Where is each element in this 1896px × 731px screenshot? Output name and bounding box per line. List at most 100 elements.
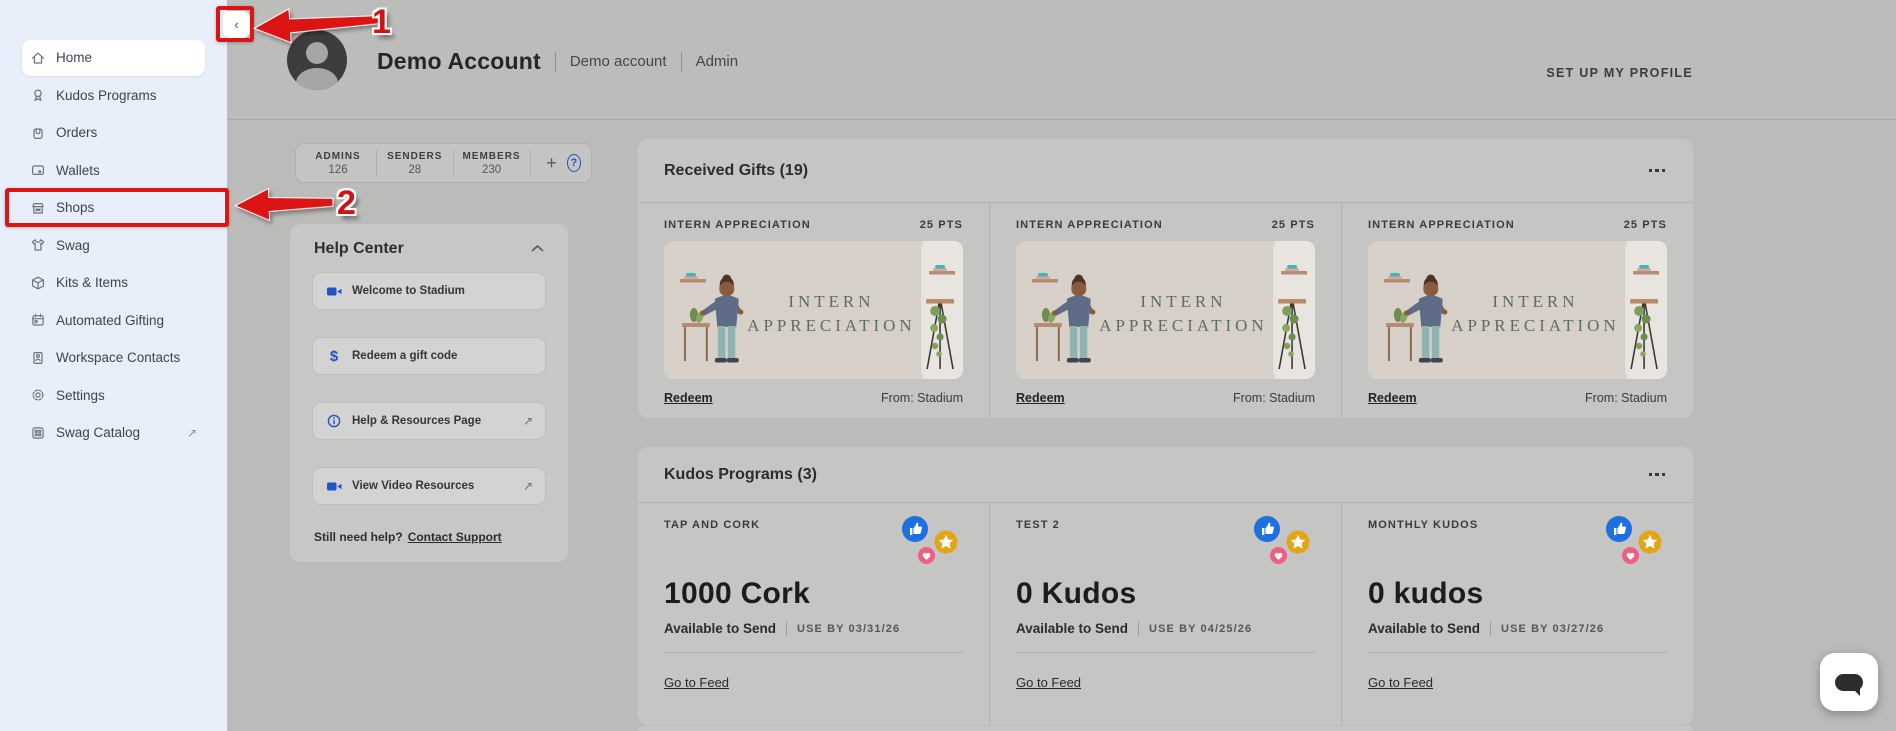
stat-label: ADMINS <box>306 151 370 162</box>
sidebar-item-home[interactable]: Home <box>0 39 227 77</box>
sidebar-item-label: Swag <box>56 238 90 253</box>
set-up-profile-link[interactable]: SET UP MY PROFILE <box>1546 66 1693 80</box>
gift-image[interactable]: INTERN APPRECIATION <box>1368 241 1667 379</box>
still-need-help-text: Still need help? <box>314 530 403 544</box>
help-item-resources-page[interactable]: Help & Resources Page ↗ <box>312 402 546 440</box>
award-icon <box>30 87 46 103</box>
dollar-icon: $ <box>325 348 343 364</box>
kudos-programs-panel: Kudos Programs (3) TAP AND CORK 1000 Cor… <box>638 447 1693 725</box>
cube-icon <box>30 275 46 291</box>
use-by-label: USE BY 03/27/26 <box>1501 623 1604 635</box>
divider <box>1490 621 1491 636</box>
help-footer: Still need help? Contact Support <box>314 530 502 544</box>
help-item-welcome[interactable]: Welcome to Stadium <box>312 272 546 310</box>
use-by-label: USE BY 03/31/26 <box>797 623 900 635</box>
chat-widget-button[interactable] <box>1820 653 1878 711</box>
grid-icon <box>30 425 46 441</box>
gift-image[interactable]: INTERN APPRECIATION <box>664 241 963 379</box>
kudos-amount: 0 Kudos <box>1016 577 1315 611</box>
page-header: Demo Account Demo account Admin SET UP M… <box>227 0 1896 120</box>
svg-text:APPRECIATION: APPRECIATION <box>747 316 915 335</box>
go-to-feed-link[interactable]: Go to Feed <box>1016 675 1081 690</box>
wallet-icon <box>30 162 46 178</box>
help-center-title: Help Center <box>314 240 404 258</box>
sidebar-item-swag[interactable]: Swag <box>0 227 227 265</box>
go-to-feed-link[interactable]: Go to Feed <box>1368 675 1433 690</box>
stat-label: MEMBERS <box>460 151 524 162</box>
next-panel-edge <box>638 726 1693 731</box>
contact-support-link[interactable]: Contact Support <box>408 530 502 544</box>
sidebar-item-label: Wallets <box>56 163 100 178</box>
gift-card: INTERN APPRECIATION 25 PTS <box>989 203 1341 418</box>
overflow-menu-icon[interactable] <box>1647 467 1668 483</box>
storefront-icon <box>30 200 46 216</box>
external-link-icon: ↗ <box>187 426 197 440</box>
sidebar-item-automated-gifting[interactable]: Automated Gifting <box>0 302 227 340</box>
info-icon <box>325 413 343 429</box>
redeem-link[interactable]: Redeem <box>1016 391 1065 405</box>
stat-admins: ADMINS 126 <box>306 151 370 176</box>
main-content: Demo Account Demo account Admin SET UP M… <box>227 0 1896 731</box>
kudos-name: TAP AND CORK <box>664 519 760 531</box>
shopping-bag-icon <box>30 125 46 141</box>
gift-from: From: Stadium <box>1233 391 1315 405</box>
page-title: Demo Account <box>377 48 541 75</box>
reaction-icons <box>1605 515 1667 563</box>
help-question-icon[interactable]: ? <box>567 154 581 172</box>
stat-value: 28 <box>383 164 447 176</box>
sidebar-item-label: Kits & Items <box>56 275 128 290</box>
chat-bubble-icon <box>1835 674 1863 691</box>
go-to-feed-link[interactable]: Go to Feed <box>664 675 729 690</box>
sidebar-item-orders[interactable]: Orders <box>0 114 227 152</box>
sidebar-item-swag-catalog[interactable]: Swag Catalog ↗ <box>0 414 227 452</box>
gift-points: 25 PTS <box>920 219 963 231</box>
gift-image[interactable]: INTERN APPRECIATION <box>1016 241 1315 379</box>
redeem-link[interactable]: Redeem <box>1368 391 1417 405</box>
sidebar-item-workspace-contacts[interactable]: Workspace Contacts <box>0 339 227 377</box>
kudos-amount: 1000 Cork <box>664 577 963 611</box>
sidebar-item-label: Orders <box>56 125 97 140</box>
avatar[interactable] <box>287 30 347 90</box>
gift-from: From: Stadium <box>881 391 963 405</box>
calendar-icon <box>30 312 46 328</box>
sidebar-item-settings[interactable]: Settings <box>0 377 227 415</box>
sidebar-item-label: Workspace Contacts <box>56 350 180 365</box>
stat-label: SENDERS <box>383 151 447 162</box>
help-item-label: Welcome to Stadium <box>352 285 465 297</box>
sidebar-item-label: Swag Catalog <box>56 425 140 440</box>
sidebar-nav: Home Kudos Programs Orders Wallets Shops <box>0 39 227 452</box>
sidebar-item-shops[interactable]: Shops <box>0 189 227 227</box>
star-icon <box>1286 530 1310 554</box>
help-item-video-resources[interactable]: View Video Resources ↗ <box>312 467 546 505</box>
sidebar-item-kits-items[interactable]: Kits & Items <box>0 264 227 302</box>
sidebar-collapse-button[interactable]: ‹ <box>223 11 250 38</box>
sidebar-item-label: Automated Gifting <box>56 313 164 328</box>
external-link-icon: ↗ <box>523 414 533 428</box>
chevron-up-icon[interactable] <box>531 240 544 258</box>
workspace-stats-card: ADMINS 126 SENDERS 28 MEMBERS 230 + ? <box>295 143 592 183</box>
heart-icon <box>918 547 935 564</box>
help-item-redeem-gift-code[interactable]: $ Redeem a gift code <box>312 337 546 375</box>
avatar-head <box>306 42 328 64</box>
external-link-icon: ↗ <box>523 479 533 493</box>
gift-card: INTERN APPRECIATION 25 PTS <box>1341 203 1693 418</box>
divider <box>1368 652 1667 653</box>
kudos-programs-title: Kudos Programs (3) <box>664 466 817 484</box>
available-label: Available to Send <box>1368 621 1480 636</box>
sidebar: Home Kudos Programs Orders Wallets Shops <box>0 0 227 731</box>
help-item-label: Help & Resources Page <box>352 415 481 427</box>
stat-value: 126 <box>306 164 370 176</box>
overflow-menu-icon[interactable] <box>1647 163 1668 179</box>
divider <box>1016 652 1315 653</box>
add-icon[interactable]: + <box>536 153 567 174</box>
tshirt-icon <box>30 237 46 253</box>
svg-text:APPRECIATION: APPRECIATION <box>1451 316 1619 335</box>
sidebar-item-wallets[interactable]: Wallets <box>0 152 227 190</box>
home-icon <box>30 50 46 66</box>
help-item-label: View Video Resources <box>352 480 474 492</box>
received-gifts-panel: Received Gifts (19) INTERN APPRECIATION … <box>638 139 1693 418</box>
sidebar-item-kudos-programs[interactable]: Kudos Programs <box>0 77 227 115</box>
stat-value: 230 <box>460 164 524 176</box>
redeem-link[interactable]: Redeem <box>664 391 713 405</box>
kudos-card: TAP AND CORK 1000 Cork Available to Send… <box>638 503 989 725</box>
